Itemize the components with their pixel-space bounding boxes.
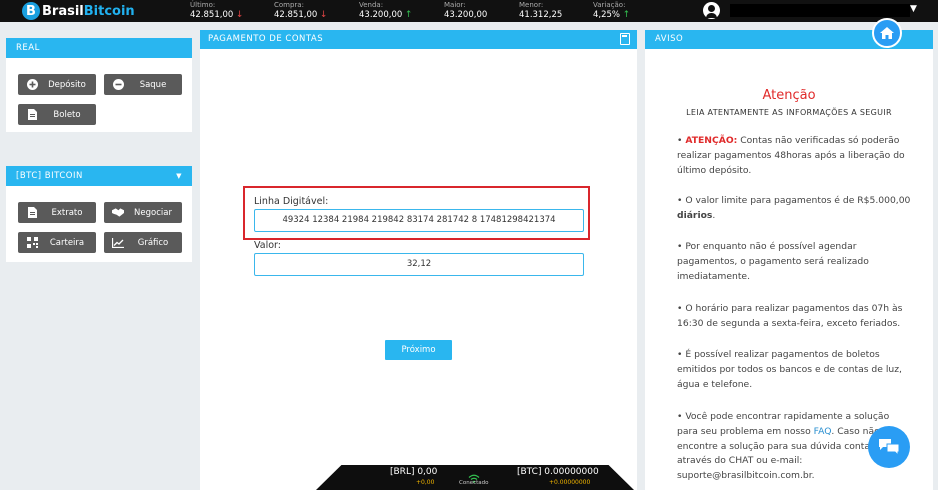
brl-balance: [BRL] 0,00 — [390, 467, 438, 477]
chat-bubbles-icon — [879, 439, 900, 457]
linha-digitavel-input[interactable]: 49324 12384 21984 219842 83174 281742 8 … — [254, 209, 584, 232]
calculator-icon[interactable] — [620, 33, 630, 45]
minus-circle-icon — [112, 79, 124, 91]
qr-code-icon — [26, 237, 38, 249]
ticker-compra: Compra: 42.851,00 ↓ — [274, 1, 328, 20]
btc-balance: [BTC] 0.00000000 — [517, 467, 599, 477]
line-chart-icon — [112, 237, 124, 249]
arrow-down-icon: ↓ — [319, 10, 328, 20]
valor-label: Valor: — [254, 240, 281, 251]
home-button[interactable] — [872, 18, 902, 48]
brand-name-part1: Brasil — [42, 3, 84, 19]
home-icon — [880, 27, 894, 39]
notice-item: • O valor limite para pagamentos é de R$… — [677, 195, 911, 221]
notice-item: • O horário para realizar pagamentos das… — [677, 303, 903, 329]
brand-name-part2: Bitcoin — [83, 3, 135, 19]
handshake-icon — [112, 207, 124, 219]
grafico-button[interactable]: Gráfico — [104, 232, 182, 253]
arrow-down-icon: ↓ — [235, 10, 244, 20]
chat-button[interactable] — [868, 426, 910, 468]
ticker-maior: Maior: 43.200,00 — [444, 1, 488, 20]
linha-digitavel-label: Linha Digitável: — [254, 196, 329, 207]
carteira-button[interactable]: Carteira — [18, 232, 96, 253]
arrow-up-icon: ↑ — [622, 10, 631, 20]
top-bar: B BrasilBitcoin Último: 42.851,00 ↓ Comp… — [0, 0, 938, 22]
real-panel-header: REAL — [6, 38, 192, 58]
notice-item: • É possível realizar pagamentos de bole… — [677, 349, 902, 390]
bitcoin-logo-icon: B — [22, 2, 40, 20]
brand-logo[interactable]: B BrasilBitcoin — [22, 1, 135, 21]
plus-circle-icon — [26, 79, 38, 91]
connection-status: Conectado — [459, 480, 489, 486]
arrow-up-icon: ↑ — [404, 10, 413, 20]
valor-input[interactable]: 32,12 — [254, 253, 584, 276]
ticker-variacao: Variação: 4,25% ↑ — [593, 1, 631, 20]
btc-panel-header[interactable]: [BTC] BITCOIN ▼ — [6, 166, 192, 186]
ticker-ultimo: Último: 42.851,00 ↓ — [190, 1, 244, 20]
notice-item: • Por enquanto não é possível agendar pa… — [677, 241, 869, 282]
ticker-menor: Menor: 41.312,25 — [519, 1, 563, 20]
user-menu-caret-icon[interactable]: ▼ — [910, 4, 917, 14]
payment-panel-header: PAGAMENTO DE CONTAS — [200, 30, 637, 49]
faq-link[interactable]: FAQ — [814, 426, 832, 437]
deposito-button[interactable]: Depósito — [18, 74, 96, 95]
extrato-button[interactable]: Extrato — [18, 202, 96, 223]
btc-balance-change: +0.00000000 — [549, 479, 591, 486]
document-icon — [26, 109, 38, 121]
notice-item: • ATENÇÃO: Contas não verificadas só pod… — [677, 135, 905, 176]
balance-status-bar: [BRL] 0,00 +0,00 Conectado [BTC] 0.00000… — [316, 465, 634, 490]
brl-balance-change: +0,00 — [416, 479, 435, 486]
proximo-button[interactable]: Próximo — [385, 340, 452, 360]
notice-subtitle: LEIA ATENTAMENTE AS INFORMAÇÕES A SEGUIR — [686, 108, 892, 117]
negociar-button[interactable]: Negociar — [104, 202, 182, 223]
user-name-redacted[interactable] — [730, 4, 910, 17]
saque-button[interactable]: Saque — [104, 74, 182, 95]
boleto-button[interactable]: Boleto — [18, 104, 96, 125]
caret-down-icon: ▼ — [176, 172, 182, 180]
ticker-venda: Venda: 43.200,00 ↑ — [359, 1, 413, 20]
user-avatar-icon[interactable] — [703, 2, 720, 19]
document-icon — [26, 207, 38, 219]
notice-title: Atenção — [762, 88, 816, 103]
